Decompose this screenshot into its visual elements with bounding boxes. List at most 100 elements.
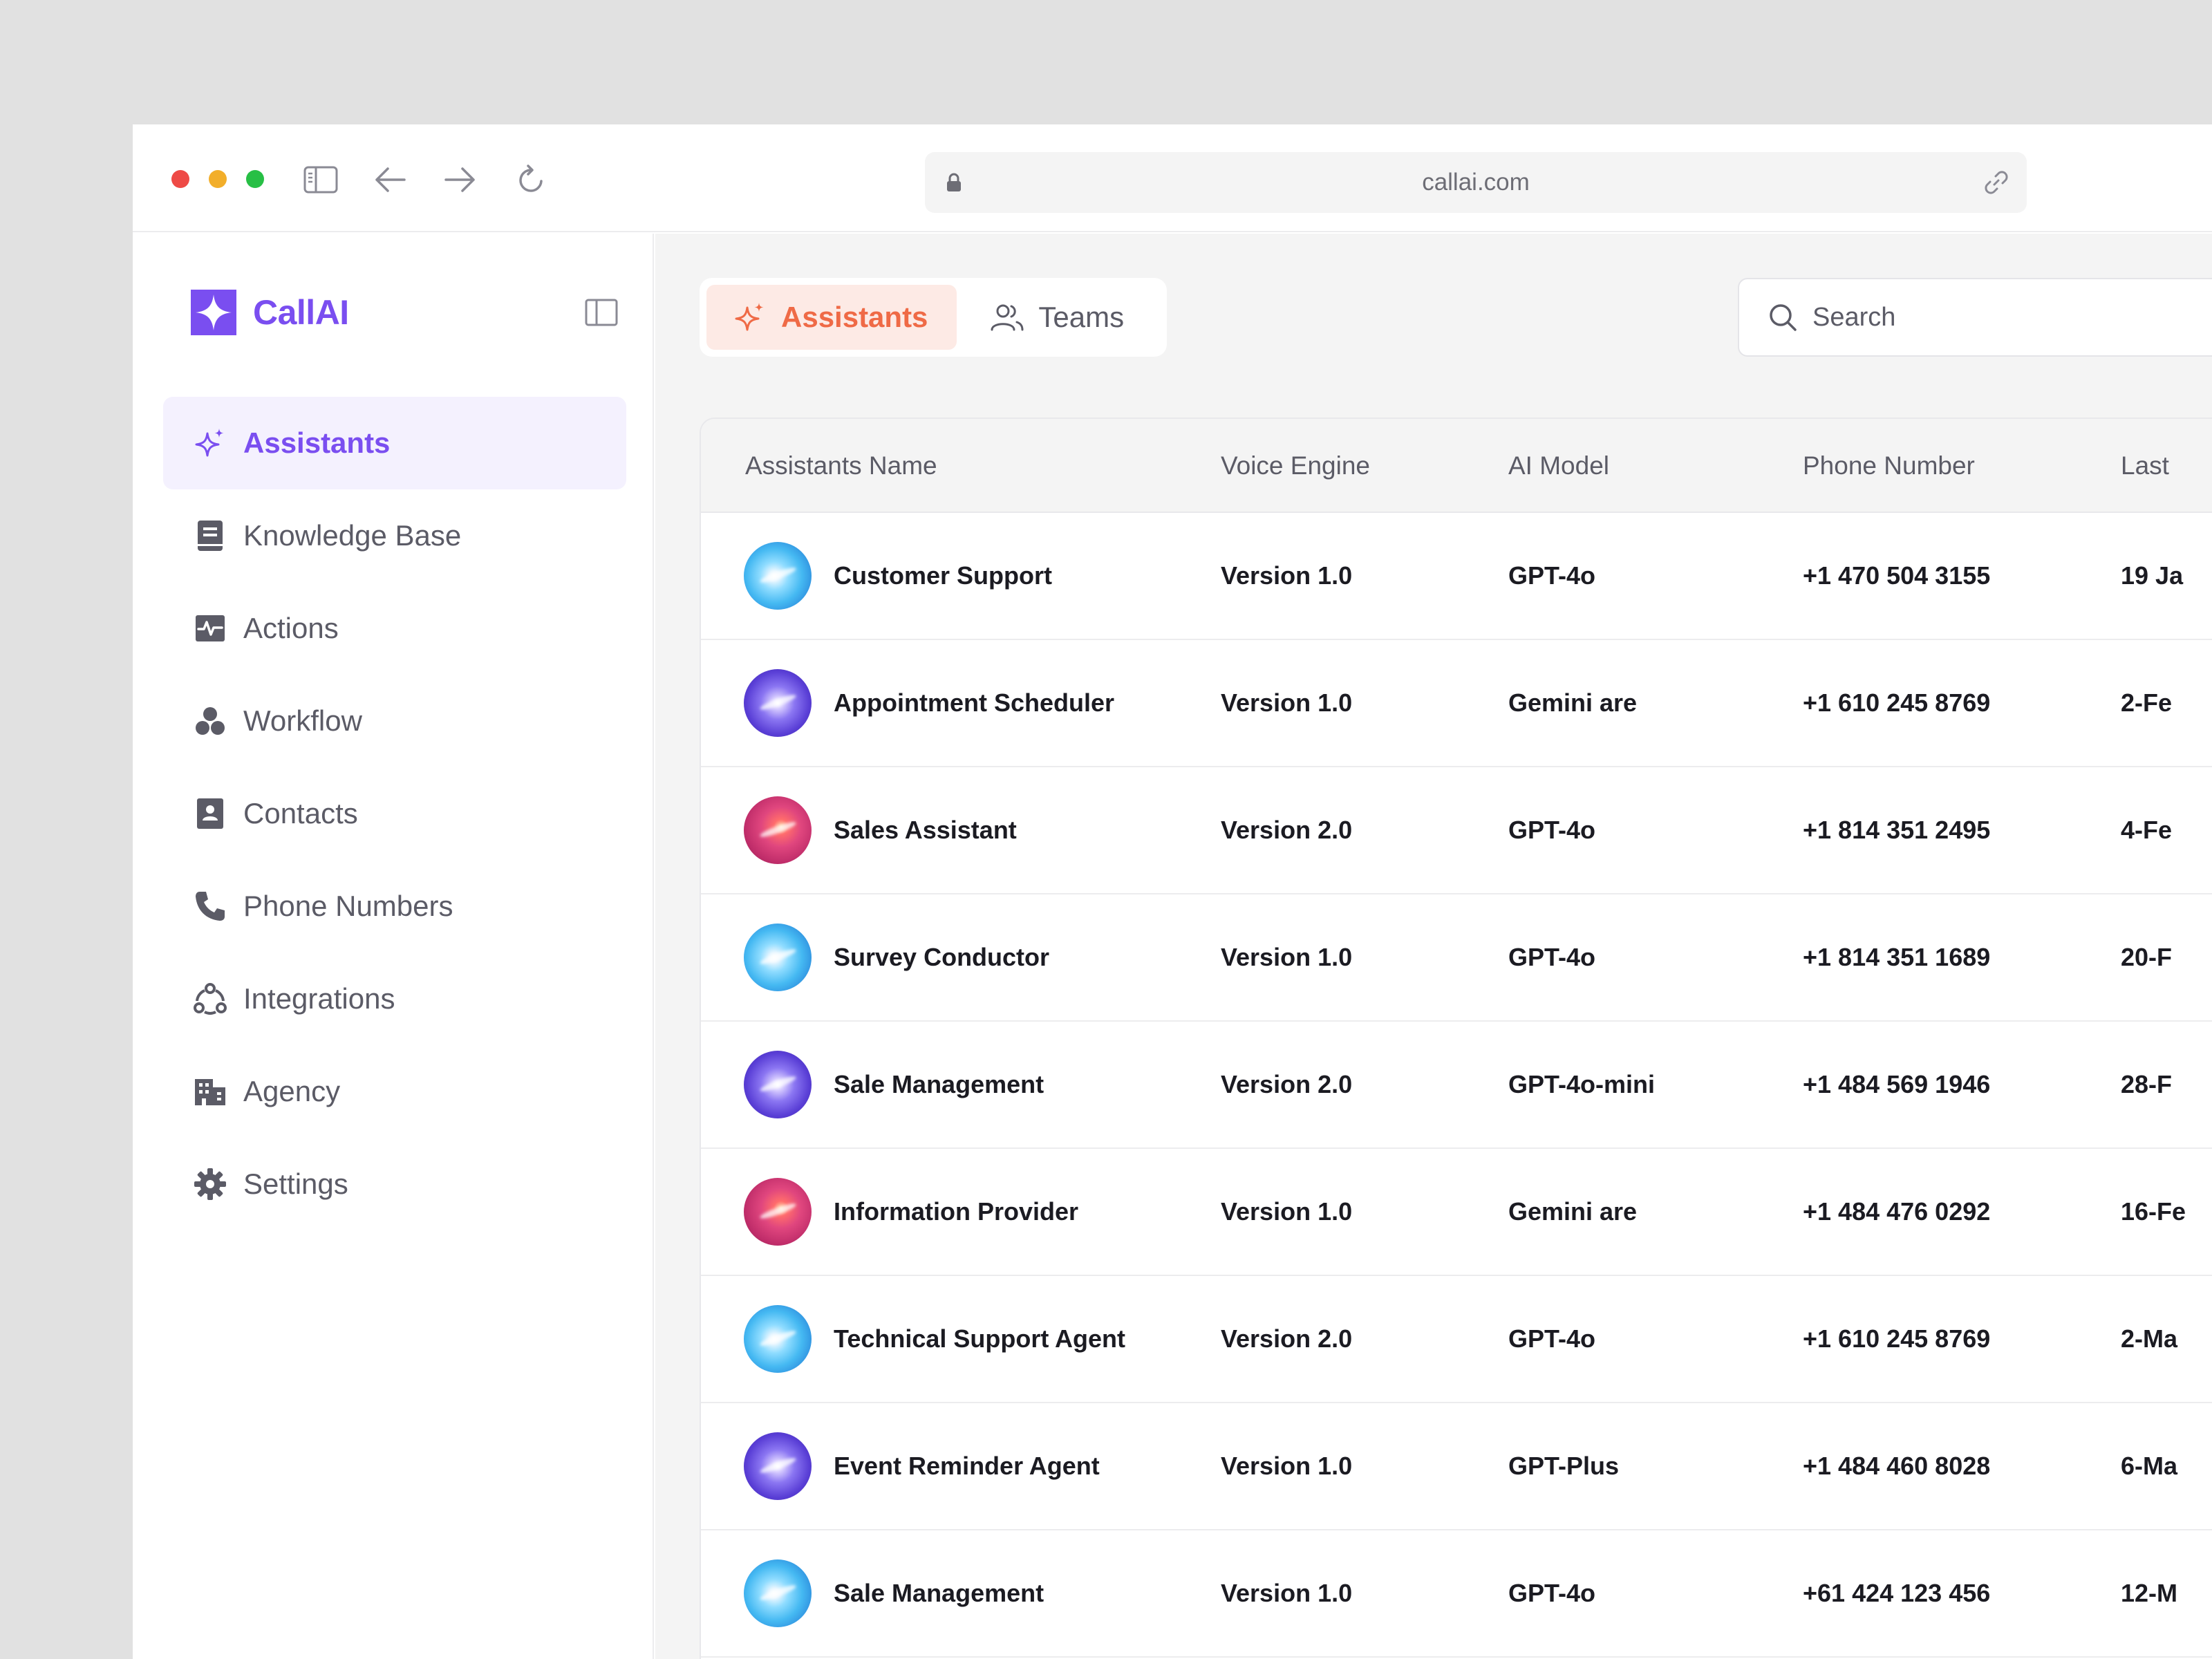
assistants-table: Assistants Name Voice Engine AI Model Ph… — [700, 418, 2212, 1659]
table-row[interactable]: Survey Conductor Version 1.0 GPT-4o +1 8… — [701, 894, 2212, 1022]
last-cell: 16-Fe — [2121, 1197, 2186, 1226]
table-row[interactable]: Sale Management Version 2.0 GPT-4o-mini … — [701, 1022, 2212, 1149]
reload-icon[interactable] — [510, 159, 552, 200]
tab-teams[interactable]: Teams — [964, 285, 1153, 350]
last-cell: 6-Ma — [2121, 1452, 2178, 1480]
address-bar[interactable]: callai.com — [925, 152, 2027, 213]
sidebar-item-assistants[interactable]: Assistants — [163, 397, 626, 489]
activity-icon — [192, 610, 228, 646]
phone-number-cell: +1 484 460 8028 — [1803, 1452, 1991, 1480]
voice-engine-cell: Version 2.0 — [1221, 1070, 1353, 1098]
table-row[interactable]: Information Provider Version 1.0 Gemini … — [701, 1149, 2212, 1276]
sidebar-item-label: Assistants — [243, 427, 391, 459]
ai-model-cell: GPT-4o — [1508, 816, 1596, 844]
brand[interactable]: CallAI — [191, 288, 349, 337]
sidebar-item-label: Actions — [243, 612, 339, 644]
assistant-avatar — [744, 1559, 812, 1627]
sidebar-item-workflow[interactable]: Workflow — [163, 675, 626, 767]
book-icon — [192, 518, 228, 554]
table-row[interactable]: Sales Assistant Version 2.0 GPT-4o +1 81… — [701, 767, 2212, 894]
voice-engine-cell: Version 1.0 — [1221, 561, 1353, 590]
ai-model-cell: GPT-4o — [1508, 943, 1596, 971]
gear-icon — [192, 1166, 228, 1202]
sidebar: CallAI Assistants Knowledge Base Actions… — [133, 234, 654, 1659]
ai-model-cell: GPT-4o-mini — [1508, 1070, 1656, 1098]
sidebar-item-label: Contacts — [243, 797, 358, 830]
sidebar-item-label: Integrations — [243, 982, 395, 1015]
phone-number-cell: +1 814 351 2495 — [1803, 816, 1991, 844]
sidebar-item-label: Phone Numbers — [243, 890, 453, 922]
tab-label: Assistants — [781, 301, 928, 333]
sidebar-item-integrations[interactable]: Integrations — [163, 953, 626, 1045]
assistant-name: Customer Support — [834, 561, 1053, 590]
search-input[interactable] — [1812, 302, 2200, 332]
table-row[interactable]: Appointment Scheduler Version 1.0 Gemini… — [701, 640, 2212, 767]
sidebar-item-knowledge-base[interactable]: Knowledge Base — [163, 489, 626, 582]
voice-engine-cell: Version 1.0 — [1221, 943, 1353, 971]
column-header-assistants-name[interactable]: Assistants Name — [745, 419, 937, 513]
table-row[interactable]: Technical Support Agent Version 2.0 GPT-… — [701, 1276, 2212, 1403]
phone-number-cell: +1 484 476 0292 — [1803, 1197, 1991, 1226]
maximize-window-button[interactable] — [246, 170, 264, 188]
minimize-window-button[interactable] — [209, 170, 227, 188]
assistant-name: Survey Conductor — [834, 943, 1050, 971]
assistant-name: Event Reminder Agent — [834, 1452, 1100, 1480]
sidebar-nav: Assistants Knowledge Base Actions Workfl… — [163, 397, 626, 1230]
tab-assistants[interactable]: Assistants — [706, 285, 957, 350]
phone-number-cell: +1 470 504 3155 — [1803, 561, 1991, 590]
assistant-name: Technical Support Agent — [834, 1324, 1126, 1353]
phone-number-cell: +1 610 245 8769 — [1803, 688, 1991, 717]
users-icon — [990, 300, 1024, 335]
link-icon[interactable] — [1980, 166, 2013, 199]
assistant-avatar — [744, 924, 812, 991]
ai-model-cell: Gemini are — [1508, 688, 1638, 717]
table-row[interactable]: Event Reminder Agent Version 1.0 GPT-Plu… — [701, 1403, 2212, 1530]
ai-model-cell: GPT-4o — [1508, 1324, 1596, 1353]
sidebar-item-actions[interactable]: Actions — [163, 582, 626, 675]
sidebar-item-contacts[interactable]: Contacts — [163, 767, 626, 860]
assistant-avatar — [744, 542, 812, 610]
ai-model-cell: Gemini are — [1508, 1197, 1638, 1226]
back-arrow-icon[interactable] — [369, 159, 411, 200]
voice-engine-cell: Version 1.0 — [1221, 1452, 1353, 1480]
sidebar-item-label: Agency — [243, 1075, 341, 1107]
sidebar-collapse-icon[interactable] — [583, 294, 619, 330]
close-window-button[interactable] — [171, 170, 189, 188]
tab-label: Teams — [1038, 301, 1125, 333]
table-header: Assistants Name Voice Engine AI Model Ph… — [701, 419, 2212, 513]
column-header-ai-model[interactable]: AI Model — [1508, 419, 1609, 513]
assistant-avatar — [744, 1305, 812, 1373]
column-header-last[interactable]: Last — [2121, 419, 2169, 513]
last-cell: 2-Fe — [2121, 688, 2173, 717]
sidebar-item-phone-numbers[interactable]: Phone Numbers — [163, 860, 626, 953]
workflow-icon — [192, 703, 228, 739]
column-header-voice-engine[interactable]: Voice Engine — [1221, 419, 1370, 513]
browser-toolbar: callai.com — [133, 124, 2212, 232]
column-header-phone-number[interactable]: Phone Number — [1803, 419, 1975, 513]
browser-sidebar-toggle-icon[interactable] — [300, 159, 341, 200]
phone-icon — [192, 888, 228, 924]
assistant-avatar — [744, 669, 812, 737]
last-cell: 20-F — [2121, 943, 2173, 971]
sidebar-item-agency[interactable]: Agency — [163, 1045, 626, 1138]
sidebar-item-settings[interactable]: Settings — [163, 1138, 626, 1230]
voice-engine-cell: Version 1.0 — [1221, 1579, 1353, 1607]
assistant-name: Sale Management — [834, 1070, 1044, 1098]
last-cell: 19 Ja — [2121, 561, 2184, 590]
forward-arrow-icon[interactable] — [440, 159, 481, 200]
assistant-name: Sales Assistant — [834, 816, 1017, 844]
phone-number-cell: +1 814 351 1689 — [1803, 943, 1991, 971]
table-row[interactable]: Sale Management Version 1.0 GPT-4o +61 4… — [701, 1530, 2212, 1658]
sidebar-item-label: Settings — [243, 1168, 348, 1200]
table-row[interactable]: Customer Support Version 1.0 GPT-4o +1 4… — [701, 513, 2212, 640]
voice-engine-cell: Version 1.0 — [1221, 1197, 1353, 1226]
voice-engine-cell: Version 2.0 — [1221, 1324, 1353, 1353]
integrations-icon — [192, 981, 228, 1017]
phone-number-cell: +1 610 245 8769 — [1803, 1324, 1991, 1353]
sparkle-icon — [733, 300, 767, 335]
contact-card-icon — [192, 796, 228, 832]
assistant-name: Sale Management — [834, 1579, 1044, 1607]
search-box[interactable] — [1738, 278, 2212, 357]
voice-engine-cell: Version 1.0 — [1221, 688, 1353, 717]
assistant-avatar — [744, 1432, 812, 1500]
